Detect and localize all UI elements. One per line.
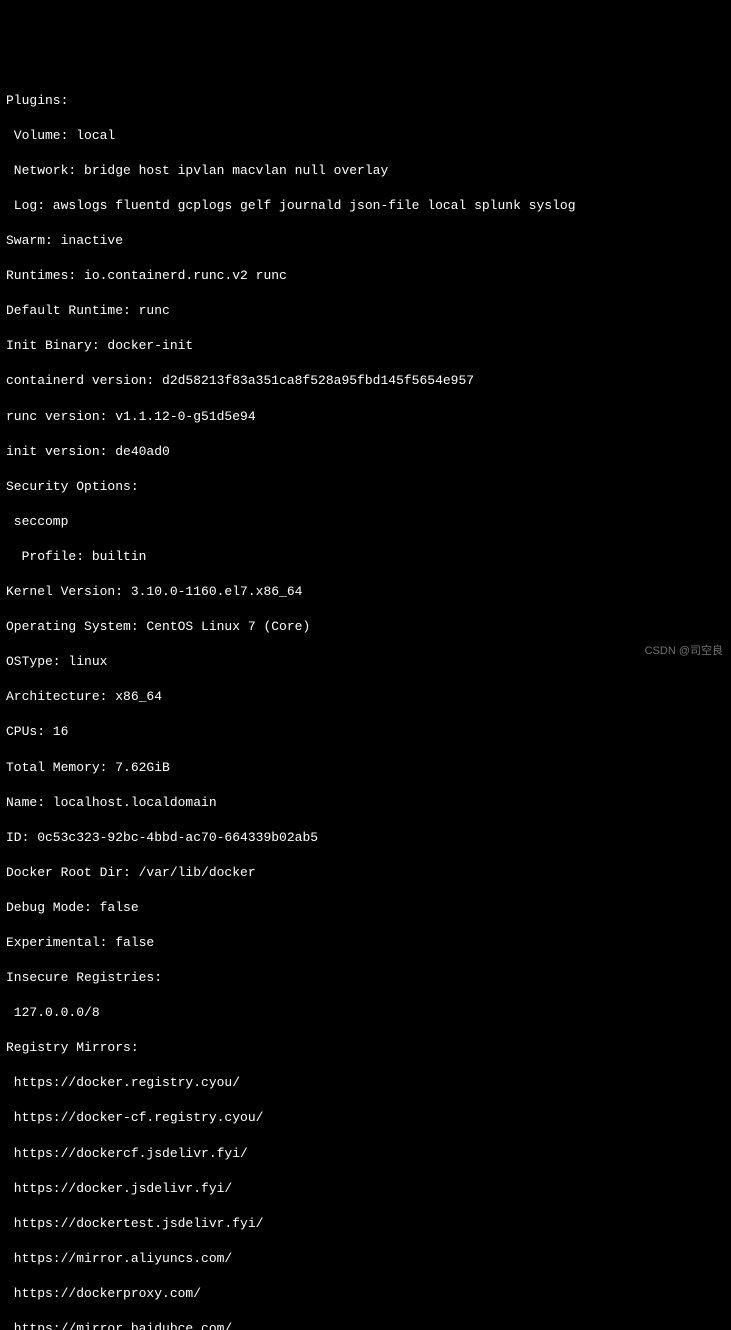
docker-root-dir-line: Docker Root Dir: /var/lib/docker (6, 864, 725, 882)
log-line: Log: awslogs fluentd gcplogs gelf journa… (6, 197, 725, 215)
plugins-header: Plugins: (6, 92, 725, 110)
terminal-output: Plugins: Volume: local Network: bridge h… (6, 74, 725, 1330)
insecure-registry-line: 127.0.0.0/8 (6, 1004, 725, 1022)
architecture-line: Architecture: x86_64 (6, 688, 725, 706)
insecure-registries-header: Insecure Registries: (6, 969, 725, 987)
experimental-line: Experimental: false (6, 934, 725, 952)
watermark: CSDN @司空良 (645, 644, 723, 659)
security-options-header: Security Options: (6, 478, 725, 496)
ostype-line: OSType: linux (6, 653, 725, 671)
kernel-version-line: Kernel Version: 3.10.0-1160.el7.x86_64 (6, 583, 725, 601)
volume-line: Volume: local (6, 127, 725, 145)
mirror-line: https://dockertest.jsdelivr.fyi/ (6, 1215, 725, 1233)
operating-system-line: Operating System: CentOS Linux 7 (Core) (6, 618, 725, 636)
mirror-line: https://docker.registry.cyou/ (6, 1074, 725, 1092)
swarm-line: Swarm: inactive (6, 232, 725, 250)
mirror-line: https://dockerproxy.com/ (6, 1285, 725, 1303)
runc-version-line: runc version: v1.1.12-0-g51d5e94 (6, 408, 725, 426)
id-line: ID: 0c53c323-92bc-4bbd-ac70-664339b02ab5 (6, 829, 725, 847)
mirror-line: https://dockercf.jsdelivr.fyi/ (6, 1145, 725, 1163)
name-line: Name: localhost.localdomain (6, 794, 725, 812)
profile-line: Profile: builtin (6, 548, 725, 566)
cpus-line: CPUs: 16 (6, 723, 725, 741)
seccomp-line: seccomp (6, 513, 725, 531)
debug-mode-line: Debug Mode: false (6, 899, 725, 917)
default-runtime-line: Default Runtime: runc (6, 302, 725, 320)
mirror-line: https://mirror.aliyuncs.com/ (6, 1250, 725, 1268)
containerd-version-line: containerd version: d2d58213f83a351ca8f5… (6, 372, 725, 390)
init-version-line: init version: de40ad0 (6, 443, 725, 461)
init-binary-line: Init Binary: docker-init (6, 337, 725, 355)
network-line: Network: bridge host ipvlan macvlan null… (6, 162, 725, 180)
registry-mirrors-header: Registry Mirrors: (6, 1039, 725, 1057)
runtimes-line: Runtimes: io.containerd.runc.v2 runc (6, 267, 725, 285)
total-memory-line: Total Memory: 7.62GiB (6, 759, 725, 777)
mirror-line: https://mirror.baidubce.com/ (6, 1320, 725, 1330)
mirror-line: https://docker.jsdelivr.fyi/ (6, 1180, 725, 1198)
mirror-line: https://docker-cf.registry.cyou/ (6, 1109, 725, 1127)
